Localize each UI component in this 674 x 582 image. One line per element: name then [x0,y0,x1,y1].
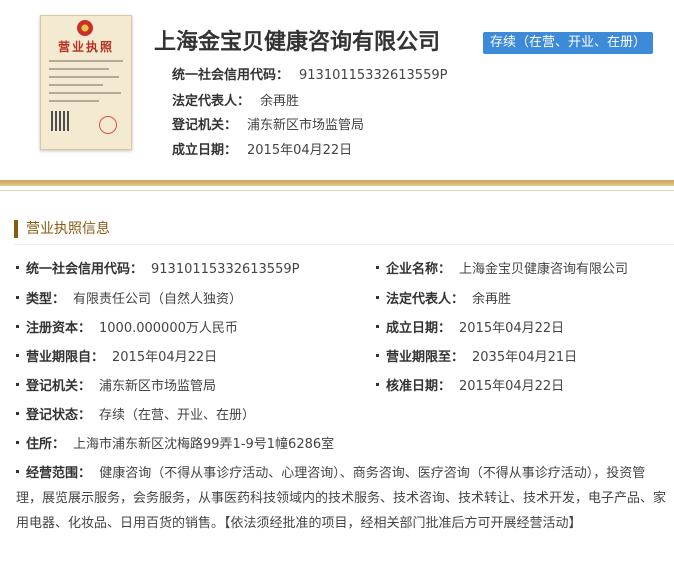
field-label: 核准日期： [386,379,452,394]
bullet-icon [376,383,379,386]
official-seal-icon [99,116,117,134]
bullet-icon [16,412,19,415]
section-divider [14,244,674,245]
field-established: 成立日期： 2015年04月22日 [376,317,564,336]
bullet-icon [16,383,19,386]
field-value: 余再胜 [472,292,512,307]
license-text-line [49,68,109,70]
summary-label: 成立日期： [172,143,238,158]
field-address: 住所： 上海市浦东新区沈梅路99弄1-9号1幢6286室 [16,433,334,452]
field-legal-rep: 法定代表人： 余再胜 [376,288,511,307]
summary-value: 余再胜 [260,94,300,109]
summary-value: 91310115332613559P [299,68,448,83]
field-term-to: 营业期限至： 2035年04月21日 [376,346,577,365]
field-approved: 核准日期： 2015年04月22日 [376,375,564,394]
field-company-name: 企业名称： 上海金宝贝健康咨询有限公司 [376,258,628,277]
field-reg-status: 登记状态： 存续（在营、开业、在册） [16,404,255,423]
field-value: 上海金宝贝健康咨询有限公司 [459,262,629,277]
field-capital: 注册资本： 1000.000000万人民币 [16,317,238,336]
summary-label: 统一社会信用代码： [172,68,290,83]
bullet-icon [16,296,19,299]
bullet-icon [376,296,379,299]
field-value: 存续（在营、开业、在册） [99,408,256,423]
field-label: 注册资本： [26,321,92,336]
summary-label: 法定代表人： [172,94,251,109]
field-value: 上海市浦东新区沈梅路99弄1-9号1幢6286室 [73,437,335,452]
bullet-icon [16,441,19,444]
field-authority: 登记机关： 浦东新区市场监管局 [16,375,216,394]
field-value: 2015年04月22日 [112,350,218,365]
field-value: 91310115332613559P [151,262,300,277]
field-value: 有限责任公司（自然人独资） [73,292,243,307]
license-text-line [49,84,103,86]
field-label: 经营范围： [26,466,92,481]
company-name-title: 上海金宝贝健康咨询有限公司 [154,30,441,55]
field-label: 登记机关： [26,379,92,394]
summary-established: 成立日期： 2015年04月22日 [172,139,352,158]
field-label: 法定代表人： [386,292,465,307]
summary-legal-rep: 法定代表人： 余再胜 [172,90,299,109]
summary-label: 登记机关： [172,118,238,133]
business-license-image[interactable]: 营业执照 [40,15,132,150]
status-badge: 存续（在营、开业、在册） [483,32,654,54]
field-credit-code: 统一社会信用代码： 91310115332613559P [16,258,299,277]
field-value: 2015年04月22日 [459,379,565,394]
bullet-icon [16,325,19,328]
field-label: 住所： [26,437,66,452]
field-value: 2015年04月22日 [459,321,565,336]
field-label: 统一社会信用代码： [26,262,144,277]
license-text-line [49,76,119,78]
license-text-line [49,92,121,94]
field-label: 成立日期： [386,321,452,336]
bullet-icon [16,470,19,473]
field-value: 1000.000000万人民币 [99,321,238,336]
national-emblem-icon [77,20,93,36]
field-scope: 经营范围： 健康咨询（不得从事诊疗活动、心理咨询）、商务咨询、医疗咨询（不得从事… [16,461,666,536]
field-label: 营业期限自： [26,350,105,365]
field-value: 浦东新区市场监管局 [99,379,217,394]
field-label: 营业期限至： [386,350,465,365]
company-header: 营业执照 上海金宝贝健康咨询有限公司 存续（在营、开业、在册） 统一社会信用代码… [0,0,674,180]
summary-value: 浦东新区市场监管局 [247,118,365,133]
summary-value: 2015年04月22日 [247,143,353,158]
bullet-icon [16,266,19,269]
summary-authority: 登记机关： 浦东新区市场监管局 [172,114,364,133]
qr-code-icon [51,111,71,131]
field-value: 2035年04月21日 [472,350,578,365]
license-image-title: 营业执照 [57,40,114,54]
bullet-icon [376,266,379,269]
summary-credit-code: 统一社会信用代码： 91310115332613559P [172,64,447,83]
bullet-icon [16,354,19,357]
bullet-icon [376,325,379,328]
header-divider-line [0,190,674,191]
header-divider-band [0,180,674,186]
field-label: 类型： [26,292,66,307]
field-value: 健康咨询（不得从事诊疗活动、心理咨询）、商务咨询、医疗咨询（不得从事诊疗活动），… [16,466,667,531]
field-label: 企业名称： [386,262,452,277]
license-text-line [49,60,123,62]
field-type: 类型： 有限责任公司（自然人独资） [16,288,242,307]
field-label: 登记状态： [26,408,92,423]
license-text-line [49,100,99,102]
field-term-from: 营业期限自： 2015年04月22日 [16,346,217,365]
section-title: 营业执照信息 [14,220,110,238]
bullet-icon [376,354,379,357]
